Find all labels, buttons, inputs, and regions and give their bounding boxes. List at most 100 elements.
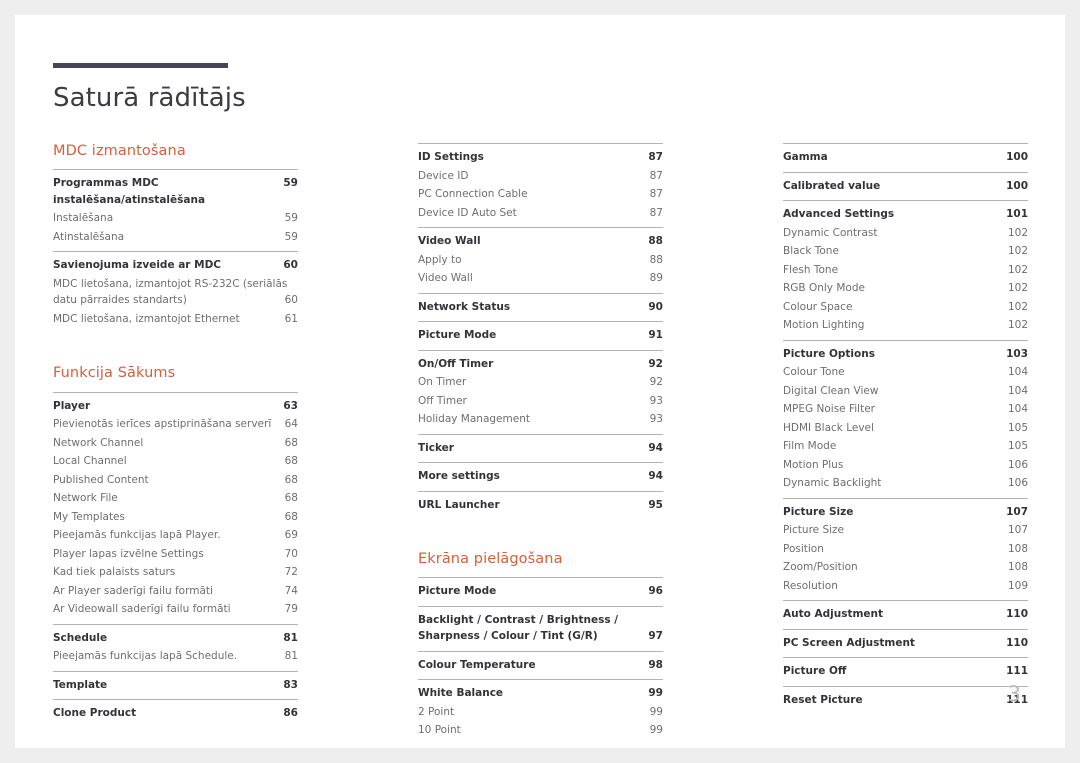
toc-entry[interactable]: Off Timer 93 [418, 392, 663, 411]
toc-entry-label: Network Channel [53, 436, 144, 449]
toc-entry[interactable]: 10 Point 99 [418, 721, 663, 740]
toc-entry[interactable]: Holiday Management 93 [418, 410, 663, 429]
toc-entry-label: Picture Options [783, 347, 875, 360]
toc-entry-page: 107 [1006, 505, 1028, 518]
column-gap [663, 143, 783, 745]
toc-entry-label: Clone Product [53, 707, 137, 720]
toc-entry[interactable]: Network File 68 [53, 489, 298, 508]
toc-entry[interactable]: Network Status 90 [418, 298, 663, 317]
toc-group: Colour Temperature 98 [418, 650, 663, 680]
toc-entry[interactable]: Zoom/Position 108 [783, 558, 1028, 577]
toc-entry[interactable]: Auto Adjustment 110 [783, 605, 1028, 624]
toc-entry-label: White Balance [418, 687, 504, 700]
toc-entry[interactable]: Calibrated value 100 [783, 177, 1028, 196]
toc-entry-label: Zoom/Position [783, 561, 858, 573]
toc-entry[interactable]: Colour Tone 104 [783, 363, 1028, 382]
toc-entry-label: Programmas MDC instalēšana/atinstalēšana [53, 177, 206, 206]
toc-entry[interactable]: Published Content 68 [53, 471, 298, 490]
toc-entry[interactable]: Backlight / Contrast / Brightness / Sharp… [418, 611, 663, 646]
toc-entry[interactable]: Apply to 88 [418, 251, 663, 270]
toc-entry[interactable]: RGB Only Mode 102 [783, 279, 1028, 298]
toc-entry[interactable]: Clone Product 86 [53, 704, 298, 723]
toc-entry[interactable]: HDMI Black Level 105 [783, 419, 1028, 438]
toc-entry-label: Colour Tone [783, 366, 845, 378]
toc-entry[interactable]: Pieejamās funkcijas lapā Player. 69 [53, 526, 298, 545]
toc-entry[interactable]: MPEG Noise Filter 104 [783, 400, 1028, 419]
toc-group: Ticker 94 [418, 433, 663, 463]
toc-entry[interactable]: Picture Options 103 [783, 345, 1028, 364]
toc-entry-label: Pieejamās funkcijas lapā Schedule. [53, 650, 238, 663]
toc-entry[interactable]: Ticker 94 [418, 439, 663, 458]
toc-entry[interactable]: Instalēšana 59 [53, 209, 298, 228]
toc-entry-label: Picture Off [783, 665, 847, 677]
toc-entry[interactable]: Ar Player saderīgi failu formāti 74 [53, 582, 298, 601]
toc-entry[interactable]: Reset Picture 111 [783, 691, 1028, 710]
toc-entry[interactable]: Motion Plus 106 [783, 456, 1028, 475]
toc-entry[interactable]: My Templates 68 [53, 508, 298, 527]
section-heading: Funkcija Sākums [53, 365, 176, 382]
toc-entry-label: Video Wall [418, 235, 481, 247]
toc-entry[interactable]: Picture Size 107 [783, 521, 1028, 540]
document-page: Saturā rādītājs MDC izmantošana Programma… [15, 15, 1065, 748]
toc-entry[interactable]: 2 Point 99 [418, 703, 663, 722]
toc-entry[interactable]: More settings 94 [418, 467, 663, 486]
toc-entry[interactable]: Picture Off 111 [783, 662, 1028, 681]
toc-group: ID Settings 87 Device ID 87 PC Connection Ca… [418, 143, 663, 227]
toc-entry[interactable]: PC Screen Adjustment 110 [783, 634, 1028, 653]
toc-entry[interactable]: MDC lietošana, izmantojot RS-232C (seriā… [53, 275, 298, 310]
toc-entry[interactable]: Motion Lighting 102 [783, 316, 1028, 335]
toc-entry[interactable]: Position 108 [783, 540, 1028, 559]
toc-entry[interactable]: Device ID 87 [418, 167, 663, 186]
toc-entry-label: Savienojuma izveide ar MDC [53, 259, 222, 272]
toc-entry[interactable]: On/Off Timer 92 [418, 355, 663, 374]
toc-entry-page: 79 [284, 603, 298, 616]
toc-entry[interactable]: Template 83 [53, 676, 298, 695]
toc-entry[interactable]: Pievienotās ierīces apstiprināšana serve… [53, 415, 298, 434]
toc-entry[interactable]: ID Settings 87 [418, 148, 663, 167]
toc-entry[interactable]: Device ID Auto Set 87 [418, 204, 663, 223]
toc-entry-page: 68 [284, 510, 298, 523]
toc-entry[interactable]: White Balance 99 [418, 684, 663, 703]
toc-group: Picture Mode 96 [418, 577, 663, 606]
toc-entry[interactable]: MDC lietošana, izmantojot Ethernet 61 [53, 310, 298, 329]
toc-entry-page: 64 [284, 418, 298, 431]
toc-entry[interactable]: Video Wall 88 [418, 232, 663, 251]
toc-entry-page: 86 [283, 707, 298, 720]
toc-entry[interactable]: Programmas MDC instalēšana/atinstalēšana… [53, 174, 298, 209]
toc-entry[interactable]: Player lapas izvēlne Settings 70 [53, 545, 298, 564]
toc-entry[interactable]: Savienojuma izveide ar MDC 60 [53, 256, 298, 275]
toc-entry[interactable]: Advanced Settings 101 [783, 205, 1028, 224]
toc-entry[interactable]: Colour Temperature 98 [418, 656, 663, 675]
toc-entry-page: 92 [649, 376, 663, 388]
toc-entry[interactable]: Atinstalēšana 59 [53, 228, 298, 247]
toc-entry[interactable]: Pieejamās funkcijas lapā Schedule. 81 [53, 647, 298, 666]
toc-entry[interactable]: Dynamic Contrast 102 [783, 224, 1028, 243]
toc-entry[interactable]: Picture Mode 91 [418, 326, 663, 345]
toc-entry[interactable]: Flesh Tone 102 [783, 261, 1028, 280]
toc-entry[interactable]: Picture Mode 96 [418, 582, 663, 601]
toc-entry-page: 92 [648, 357, 663, 370]
toc-entry[interactable]: URL Launcher 95 [418, 496, 663, 515]
toc-entry[interactable]: Digital Clean View 104 [783, 382, 1028, 401]
toc-entry[interactable]: Film Mode 105 [783, 437, 1028, 456]
toc-entry[interactable]: Gamma 100 [783, 148, 1028, 167]
toc-entry-page: 96 [648, 585, 663, 598]
toc-entry[interactable]: Picture Size 107 [783, 503, 1028, 522]
toc-entry[interactable]: Dynamic Backlight 106 [783, 474, 1028, 493]
toc-entry[interactable]: Ar Videowall saderīgi failu formāti 79 [53, 600, 298, 619]
toc-entry[interactable]: Resolution 109 [783, 577, 1028, 596]
toc-entry-page: 74 [284, 584, 298, 597]
toc-entry[interactable]: Video Wall 89 [418, 269, 663, 288]
toc-entry[interactable]: Schedule 81 [53, 629, 298, 648]
toc-entry[interactable]: Local Channel 68 [53, 452, 298, 471]
toc-entry[interactable]: Network Channel 68 [53, 434, 298, 453]
toc-entry[interactable]: Kad tiek palaists saturs 72 [53, 563, 298, 582]
toc-entry-page: 95 [648, 498, 663, 511]
toc-entry[interactable]: Player 63 [53, 397, 298, 416]
toc-entry[interactable]: Colour Space 102 [783, 298, 1028, 317]
toc-entry[interactable]: PC Connection Cable 87 [418, 185, 663, 204]
toc-entry[interactable]: Black Tone 102 [783, 242, 1028, 261]
toc-entry-page: 87 [648, 151, 663, 163]
toc-group: Picture Options 103 Colour Tone 104 Digital … [783, 339, 1028, 498]
toc-entry[interactable]: On Timer 92 [418, 373, 663, 392]
